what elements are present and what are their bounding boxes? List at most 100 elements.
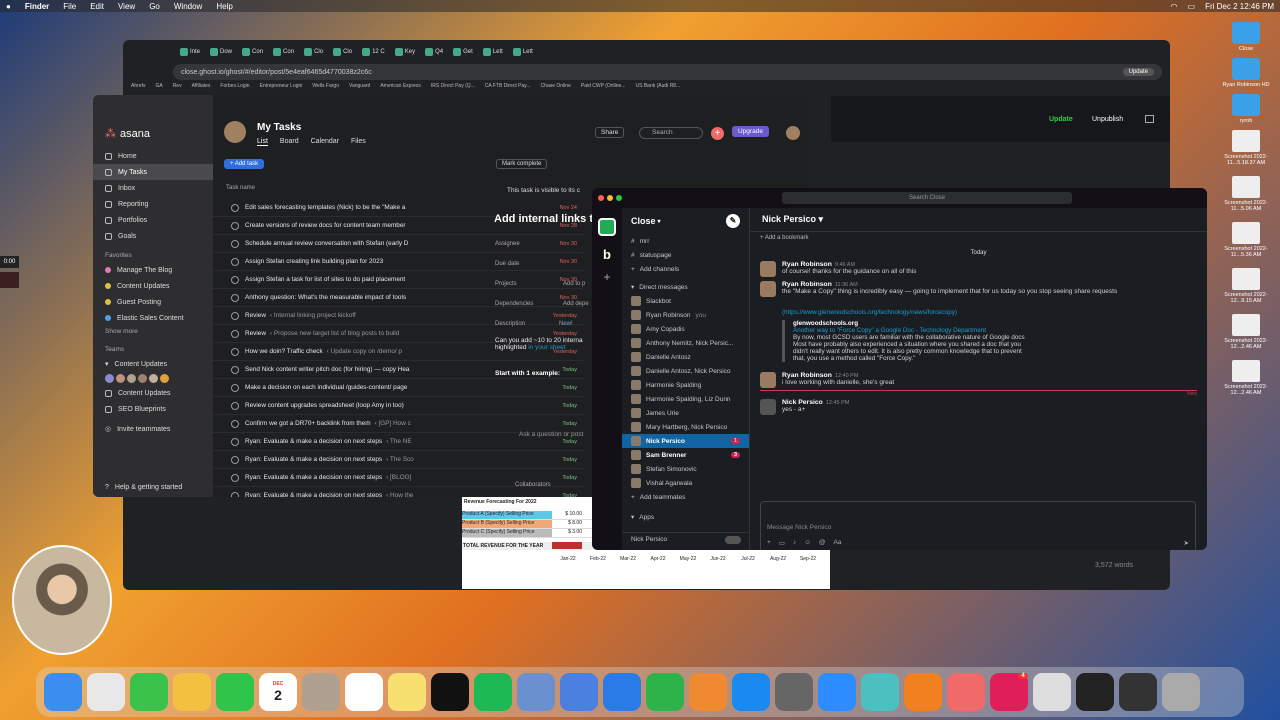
desktop-icon[interactable]: Close [1220,22,1272,52]
complete-checkbox[interactable] [231,329,239,338]
dm-section-header[interactable]: ▾ Direct messages [622,280,749,294]
video-icon[interactable]: ▭ [779,539,785,547]
complete-checkbox[interactable] [231,419,239,428]
composer-placeholder[interactable]: Message Nick Persico [767,524,1189,531]
message-author[interactable]: Ryan Robinson [782,261,832,268]
browser-tab[interactable]: Inte [177,46,203,58]
workspace-b-icon[interactable]: b [598,246,616,264]
complete-checkbox[interactable] [231,275,239,284]
dm-item[interactable]: Harmonie Spalding, Liz Dunn [622,392,749,406]
message-author[interactable]: Nick Persico [782,399,823,406]
task-row[interactable]: Review content upgrades spreadsheet (loo… [213,397,583,415]
dm-item[interactable]: Slackbot [622,294,749,308]
dm-sam-brenner[interactable]: Sam Brenner 3 [622,448,749,462]
add-to-projects[interactable]: Add to p [563,281,585,287]
asana-avatar[interactable] [224,121,246,143]
dock-notes-icon[interactable] [388,673,426,711]
workspace-close-icon[interactable] [598,218,616,236]
unfurl-url[interactable]: (https://www.glenwoodschools.org/technol… [782,309,1197,316]
complete-checkbox[interactable] [231,239,239,248]
menu-window[interactable]: Window [174,2,202,11]
dm-item[interactable]: Ryan Robinson you [622,308,749,322]
tab-list[interactable]: List [257,138,268,146]
menu-help[interactable]: Help [216,2,232,11]
dm-item[interactable]: Danielle Antosz, Nick Persico [622,364,749,378]
desktop-icon[interactable]: Screenshot 2022-11...5.36 AM [1220,222,1272,258]
dm-item[interactable]: Anthony Nemitz, Nick Persic... [622,336,749,350]
apps-section-header[interactable]: ▾ Apps [622,510,749,524]
dock-spotify-icon[interactable] [474,673,512,711]
dm-item[interactable]: Danielle Antosz [622,350,749,364]
url-text[interactable]: close.ghost.io/ghost/#/editor/post/5e4ea… [181,69,372,76]
apple-icon[interactable]: ● [6,2,11,11]
message-author[interactable]: Ryan Robinson [782,372,832,379]
browser-tab[interactable]: Get [450,46,476,58]
browser-tab[interactable]: Clo [330,46,355,58]
wifi-icon[interactable]: ◠ [1171,2,1178,11]
dock-finder-icon[interactable] [44,673,82,711]
dock-zoom-icon[interactable] [818,673,856,711]
sheet-link[interactable]: in your sheet [528,344,565,351]
add-task-button[interactable]: + Add task [224,159,265,169]
menu-edit[interactable]: Edit [90,2,104,11]
task-row[interactable]: Schedule annual review conversation with… [213,235,583,253]
dm-item[interactable]: James Urie [622,406,749,420]
browser-tab[interactable]: Dow [207,46,235,58]
huddle-toggle[interactable] [725,535,741,544]
search-input[interactable]: Search [639,127,703,139]
dock-screens-icon[interactable] [1076,673,1114,711]
tab-calendar[interactable]: Calendar [311,138,339,146]
task-row[interactable]: Review ‹ Internal linking project kickoff… [213,307,583,325]
dock-preview-icon[interactable] [517,673,555,711]
show-more-link[interactable]: Show more [93,326,213,338]
upgrade-button[interactable]: Upgrade [732,126,769,137]
mic-icon[interactable]: ♪ [793,539,796,547]
channel-statuspage[interactable]: # statuspage [622,248,749,262]
desktop-icon[interactable]: Ryan Robinson HD [1220,58,1272,88]
dm-item[interactable]: Mary Hartberg, Nick Persico [622,420,749,434]
slack-search-input[interactable]: Search Close [782,192,1072,204]
favorite-project[interactable]: Elastic Sales Content [93,310,213,326]
team-item-seo-blueprints[interactable]: SEO Blueprints [93,401,213,417]
dm-stefan-simonovic[interactable]: Stefan Simonovic [622,462,749,476]
dock-tv-icon[interactable] [431,673,469,711]
desktop-icon[interactable]: Screenshot 2022-12...2.46 AM [1220,314,1272,350]
compose-icon[interactable]: ✎ [726,214,740,228]
footer-user[interactable]: Nick Persico [622,532,750,546]
browser-tab[interactable]: Q4 [422,46,446,58]
desktop-icon[interactable]: ryrob [1220,94,1272,124]
workspace-header[interactable]: Close ▾ ✎ [622,208,749,234]
dock-asana-icon[interactable] [947,673,985,711]
complete-checkbox[interactable] [231,365,239,374]
browser-tab[interactable]: Key [392,46,418,58]
favorite-project[interactable]: Guest Posting [93,294,213,310]
timer-widget[interactable]: 0:00 [0,256,19,268]
task-row[interactable]: Ryan: Evaluate & make a decision on next… [213,487,583,497]
plus-icon[interactable]: + [767,539,771,547]
channel-mrr[interactable]: # mrr [622,234,749,248]
desktop-icon[interactable]: Screenshot 2022-11...5.18.37 AM [1220,130,1272,166]
add-teammates-button[interactable]: + Add teammates [622,490,749,504]
dock-terminal-icon[interactable] [1119,673,1157,711]
browser-tab[interactable]: Lett [510,46,536,58]
send-icon[interactable]: ➤ [1184,539,1189,547]
browser-tab[interactable]: 12 C [359,46,388,58]
complete-checkbox[interactable] [231,347,239,356]
favorite-project[interactable]: Manage The Blog [93,262,213,278]
dock-reminders-icon[interactable] [345,673,383,711]
dock-system-icon[interactable] [775,673,813,711]
tab-files[interactable]: Files [351,138,366,146]
complete-checkbox[interactable] [231,293,239,302]
dock-cleaner-icon[interactable] [861,673,899,711]
browser-tab[interactable]: Lett [480,46,506,58]
menu-go[interactable]: Go [149,2,160,11]
task-row[interactable]: Assign Stefan a task for list of sites t… [213,271,583,289]
dm-item[interactable]: Harmonie Spalding [622,378,749,392]
team-item-content-updates[interactable]: Content Updates [93,385,213,401]
dock-chrome-icon[interactable] [87,673,125,711]
menu-finder[interactable]: Finder [25,2,49,11]
sidebar-item-inbox[interactable]: Inbox [93,180,213,196]
dock-app-store-icon[interactable] [732,673,770,711]
add-channels-button[interactable]: + Add channels [622,262,749,276]
sidebar-item-home[interactable]: Home [93,148,213,164]
